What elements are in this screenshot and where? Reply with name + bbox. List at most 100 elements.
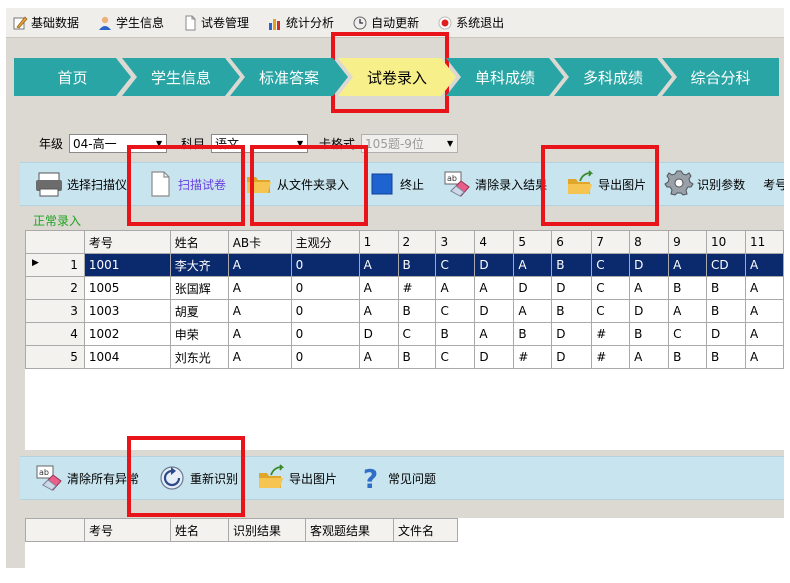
table-cell[interactable]: A [358,253,399,277]
column-header[interactable]: 主观分 [290,230,360,254]
table-cell[interactable]: C [591,276,631,300]
column-header[interactable]: 文件名 [393,518,458,542]
table-cell[interactable]: A [668,299,707,323]
import-from-folder-button[interactable]: 从文件夹录入 [244,169,349,199]
step-comprehensive[interactable]: 综合分科 [662,58,779,96]
column-header[interactable]: AB卡 [227,230,292,254]
table-cell[interactable]: 李大齐 [169,253,229,277]
table-cell[interactable]: A [513,253,553,277]
column-header[interactable]: 9 [668,230,707,254]
stop-button[interactable]: 终止 [367,169,424,199]
table-cell[interactable]: 申荣 [169,322,229,346]
table-cell[interactable]: 0 [290,276,360,300]
table-row[interactable]: 3 1003 胡夏 A 0 A B C D A B C D A B A [25,299,784,323]
table-cell[interactable]: 1001 [83,253,171,277]
table-cell[interactable]: D [513,276,553,300]
table-cell[interactable]: 1004 [83,345,171,369]
re-recognize-button[interactable]: 重新识别 [157,463,238,493]
column-header[interactable]: 1 [358,230,399,254]
menu-auto-update[interactable]: 自动更新 [352,14,419,31]
column-header[interactable]: 5 [513,230,553,254]
column-header[interactable]: 2 [397,230,437,254]
table-cell[interactable]: 胡夏 [169,299,229,323]
scan-paper-button[interactable]: 扫描试卷 [145,169,226,199]
grade-select[interactable]: 04-高一 ▼ [69,133,168,153]
menu-student-info[interactable]: 学生信息 [97,14,164,31]
table-cell[interactable]: 1002 [83,322,171,346]
card-format-select[interactable]: 105题-9位 ▼ [361,133,459,153]
table-cell[interactable]: # [591,345,631,369]
table-cell[interactable]: A [744,276,784,300]
table-cell[interactable]: D [706,322,746,346]
table-cell[interactable]: 0 [290,345,360,369]
table-cell[interactable]: A [358,276,399,300]
table-cell[interactable]: C [435,299,476,323]
step-student-info[interactable]: 学生信息 [122,58,240,96]
row-number[interactable]: 5 [25,345,85,369]
column-header[interactable]: 识别结果 [228,518,306,542]
exam-number-button[interactable]: 考号 [763,176,784,193]
table-cell[interactable]: A [227,345,292,369]
table-cell[interactable]: # [397,276,437,300]
table-cell[interactable]: C [591,299,631,323]
table-cell[interactable]: 0 [290,322,360,346]
table-cell[interactable]: A [227,322,292,346]
export-images-button-2[interactable]: 导出图片 [256,463,337,493]
faq-button[interactable]: ? 常见问题 [355,463,436,493]
table-cell[interactable]: C [668,322,707,346]
table-cell[interactable]: C [435,345,476,369]
menu-paper-manage[interactable]: 试卷管理 [182,14,249,31]
table-cell[interactable]: D [474,253,515,277]
table-cell[interactable]: D [629,299,670,323]
table-cell[interactable]: A [744,299,784,323]
table-cell[interactable]: CD [706,253,746,277]
clear-entry-results-button[interactable]: ab 清除录入结果 [442,169,547,199]
step-home[interactable]: 首页 [14,58,131,96]
column-header[interactable]: 8 [629,230,670,254]
column-header[interactable]: 姓名 [169,230,229,254]
table-cell[interactable]: A [629,276,670,300]
table-cell[interactable]: B [551,253,593,277]
table-cell[interactable]: 0 [290,299,360,323]
table-cell[interactable]: A [358,299,399,323]
table-cell[interactable]: D [551,276,593,300]
table-cell[interactable]: A [744,345,784,369]
table-cell[interactable]: A [474,276,515,300]
table-cell[interactable]: A [435,276,476,300]
column-header[interactable]: 4 [474,230,515,254]
table-cell[interactable]: C [435,253,476,277]
table-cell[interactable]: B [706,299,746,323]
table-cell[interactable]: A [474,322,515,346]
column-header[interactable]: 客观题结果 [305,518,394,542]
select-scanner-button[interactable]: 选择扫描仪 [34,169,127,199]
table-cell[interactable]: B [435,322,476,346]
column-header[interactable]: 11 [744,230,784,254]
table-cell[interactable]: D [358,322,399,346]
clear-all-exceptions-button[interactable]: ab 清除所有异常 [34,463,139,493]
table-cell[interactable]: B [668,345,707,369]
column-header[interactable]: 考号 [84,518,171,542]
row-number[interactable]: 4 [25,322,85,346]
recognition-params-button[interactable]: 识别参数 [664,169,745,199]
table-cell[interactable]: 1005 [83,276,171,300]
menu-exit[interactable]: 系统退出 [437,14,504,31]
table-cell[interactable]: B [397,345,437,369]
column-header[interactable]: 6 [551,230,593,254]
column-header[interactable]: 姓名 [170,518,229,542]
table-cell[interactable]: A [227,299,292,323]
table-cell[interactable]: B [397,253,437,277]
column-header[interactable]: 3 [435,230,476,254]
export-images-button[interactable]: 导出图片 [565,169,646,199]
table-row[interactable]: 2 1005 张国辉 A 0 A # A A D D C A B B A [25,276,784,300]
table-row[interactable]: 5 1004 刘东光 A 0 A B C D # D # A B B A [25,345,784,369]
table-cell[interactable]: D [551,322,593,346]
step-standard-answer[interactable]: 标准答案 [230,58,348,96]
table-cell[interactable]: B [668,276,707,300]
row-number[interactable]: 3 [25,299,85,323]
table-cell[interactable]: B [397,299,437,323]
table-cell[interactable]: C [591,253,631,277]
column-header[interactable]: 10 [706,230,746,254]
menu-basic-data[interactable]: 基础数据 [12,14,79,31]
table-cell[interactable]: 张国辉 [169,276,229,300]
row-number[interactable]: 2 [25,276,85,300]
